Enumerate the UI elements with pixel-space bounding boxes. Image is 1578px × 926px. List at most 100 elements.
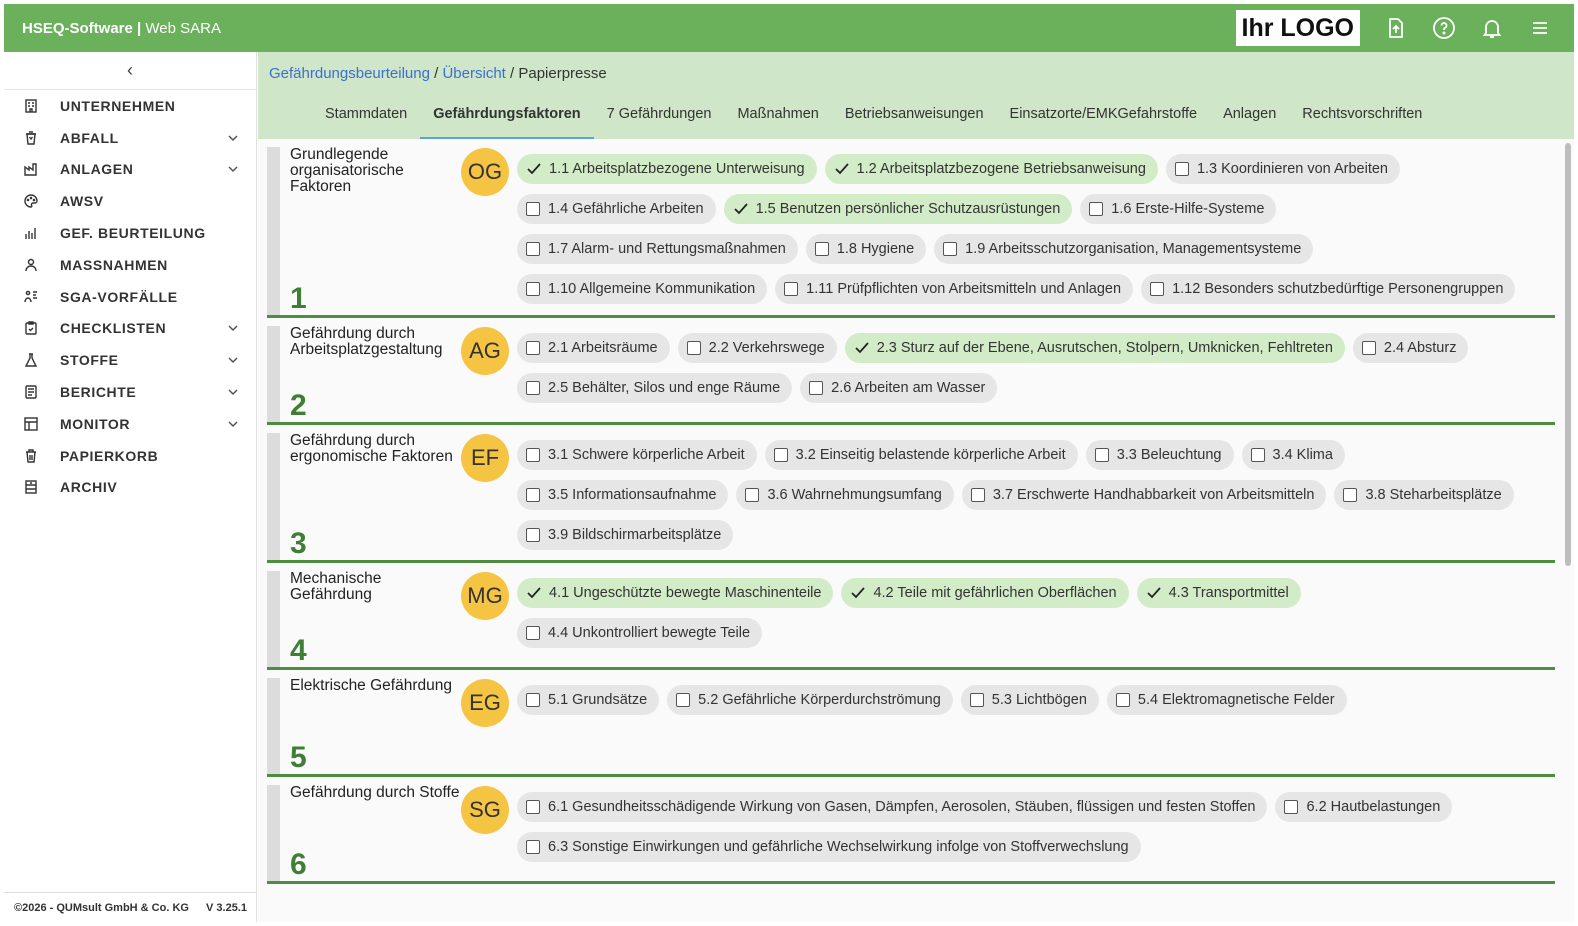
chevron-down-icon[interactable] <box>226 162 240 176</box>
sidebar-item-berichte[interactable]: BERICHTE <box>4 376 256 408</box>
sidebar-item-unternehmen[interactable]: UNTERNEHMEN <box>4 90 256 122</box>
factor-chip[interactable]: 4.3 Transportmittel <box>1136 578 1301 608</box>
sidebar-item-awsv[interactable]: AWSV <box>4 185 256 217</box>
factor-chip[interactable]: 3.1 Schwere körperliche Arbeit <box>517 440 757 470</box>
factor-chip[interactable]: 3.2 Einseitig belastende körperliche Arb… <box>764 440 1078 470</box>
checkbox[interactable] <box>526 840 540 854</box>
factor-chip[interactable]: 5.1 Grundsätze <box>517 685 660 715</box>
upload-file-icon[interactable] <box>1372 4 1420 52</box>
checkbox[interactable] <box>526 341 540 355</box>
checkbox[interactable] <box>784 282 799 296</box>
checkbox[interactable] <box>943 242 958 256</box>
factor-chip[interactable]: 3.5 Informationsaufnahme <box>517 480 729 510</box>
factor-chip[interactable]: 5.2 Gefährliche Körperdurchströmung <box>667 685 953 715</box>
checkbox[interactable] <box>686 341 701 355</box>
factor-chip[interactable]: 4.4 Unkontrolliert bewegte Teile <box>517 618 763 648</box>
help-icon[interactable] <box>1420 4 1468 52</box>
checkbox[interactable] <box>1284 800 1299 814</box>
chevron-down-icon[interactable] <box>226 417 240 431</box>
factor-chip[interactable]: 2.5 Behälter, Silos und enge Räume <box>517 373 793 403</box>
checkbox[interactable] <box>1343 488 1358 502</box>
factor-chip[interactable]: 3.8 Steharbeitsplätze <box>1334 480 1514 510</box>
checkbox[interactable] <box>526 488 540 502</box>
factor-chip[interactable]: 2.2 Verkehrswege <box>677 333 837 363</box>
factor-chip[interactable]: 3.7 Erschwerte Handhabbarkeit von Arbeit… <box>961 480 1327 510</box>
factor-chip[interactable]: 5.4 Elektromagnetische Felder <box>1106 685 1347 715</box>
sidebar-item-stoffe[interactable]: STOFFE <box>4 344 256 376</box>
sidebar-item-massnahmen[interactable]: MASSNAHMEN <box>4 249 256 281</box>
checkbox[interactable] <box>526 626 540 640</box>
chevron-down-icon[interactable] <box>226 385 240 399</box>
factor-chip[interactable]: 1.10 Allgemeine Kommunikation <box>517 274 768 304</box>
checkbox[interactable] <box>969 693 984 707</box>
factor-chip[interactable]: 1.4 Gefährliche Arbeiten <box>517 194 716 224</box>
breadcrumb-link-gefaehrdungsbeurteilung[interactable]: Gefährdungsbeurteilung <box>269 65 430 82</box>
checkbox[interactable] <box>526 800 540 814</box>
factor-chip[interactable]: 4.2 Teile mit gefährlichen Oberflächen <box>841 578 1129 608</box>
checkbox[interactable] <box>526 448 540 462</box>
checkbox[interactable] <box>1174 162 1189 176</box>
breadcrumb-link-uebersicht[interactable]: Übersicht <box>442 65 505 82</box>
chevron-down-icon[interactable] <box>226 131 240 145</box>
scrollbar[interactable] <box>1565 143 1571 566</box>
factor-chip[interactable]: 5.3 Lichtbögen <box>960 685 1099 715</box>
sidebar-item-monitor[interactable]: MONITOR <box>4 408 256 440</box>
factor-chip[interactable]: 2.1 Arbeitsräume <box>517 333 670 363</box>
sidebar-item-gef-beurteilung[interactable]: GEF. BEURTEILUNG <box>4 217 256 249</box>
checkbox[interactable] <box>526 693 540 707</box>
tab-betriebsanweisungen[interactable]: Betriebsanweisungen <box>832 98 997 139</box>
factor-chip[interactable]: 1.3 Koordinieren von Arbeiten <box>1165 154 1400 184</box>
tab-einsatzorte-emkgefahrstoffe[interactable]: Einsatzorte/EMKGefahrstoffe <box>997 98 1211 139</box>
factor-chip[interactable]: 1.1 Arbeitsplatzbezogene Unterweisung <box>517 154 817 184</box>
checkbox[interactable] <box>745 488 760 502</box>
tab-anlagen[interactable]: Anlagen <box>1210 98 1289 139</box>
factor-chip[interactable]: 1.8 Hygiene <box>805 234 927 264</box>
factor-chip[interactable]: 2.3 Sturz auf der Ebene, Ausrutschen, St… <box>844 333 1345 363</box>
tab-rechtsvorschriften[interactable]: Rechtsvorschriften <box>1289 98 1435 139</box>
sidebar-item-abfall[interactable]: ABFALL <box>4 122 256 154</box>
checkbox[interactable] <box>526 282 540 296</box>
chevron-down-icon[interactable] <box>226 321 240 335</box>
factor-chip[interactable]: 3.3 Beleuchtung <box>1085 440 1234 470</box>
checkbox[interactable] <box>809 381 824 395</box>
checkbox[interactable] <box>773 448 788 462</box>
checkbox[interactable] <box>970 488 985 502</box>
factor-chip[interactable]: 4.1 Ungeschützte bewegte Maschinenteile <box>517 578 834 608</box>
collapse-sidebar-button[interactable]: ‹ <box>4 52 256 90</box>
factor-chip[interactable]: 2.4 Absturz <box>1352 333 1469 363</box>
checkbox[interactable] <box>1089 202 1104 216</box>
checkbox[interactable] <box>814 242 829 256</box>
factor-chip[interactable]: 2.6 Arbeiten am Wasser <box>800 373 998 403</box>
factor-chip[interactable]: 1.9 Arbeitsschutzorganisation, Managemen… <box>934 234 1314 264</box>
checkbox[interactable] <box>1361 341 1376 355</box>
factor-chip[interactable]: 6.1 Gesundheitsschädigende Wirkung von G… <box>517 792 1268 822</box>
sidebar-item-checklisten[interactable]: CHECKLISTEN <box>4 313 256 345</box>
checkbox[interactable] <box>1094 448 1109 462</box>
checkbox[interactable] <box>1250 448 1265 462</box>
checkbox[interactable] <box>1150 282 1165 296</box>
tab-7-gefährdungen[interactable]: 7 Gefährdungen <box>594 98 725 139</box>
checkbox[interactable] <box>526 242 540 256</box>
chevron-down-icon[interactable] <box>226 353 240 367</box>
factor-chip[interactable]: 1.12 Besonders schutzbedürftige Personen… <box>1141 274 1516 304</box>
sidebar-item-anlagen[interactable]: ANLAGEN <box>4 154 256 186</box>
checkbox[interactable] <box>676 693 691 707</box>
factor-chip[interactable]: 3.4 Klima <box>1241 440 1345 470</box>
checkbox[interactable] <box>526 528 540 542</box>
notification-bell-icon[interactable] <box>1468 4 1516 52</box>
checkbox[interactable] <box>1115 693 1130 707</box>
factor-chip[interactable]: 1.11 Prüfpflichten von Arbeitsmitteln un… <box>775 274 1134 304</box>
factor-chip[interactable]: 1.6 Erste-Hilfe-Systeme <box>1080 194 1277 224</box>
factor-chip[interactable]: 1.7 Alarm- und Rettungsmaßnahmen <box>517 234 798 264</box>
tab-maßnahmen[interactable]: Maßnahmen <box>724 98 831 139</box>
factor-chip[interactable]: 1.5 Benutzen persönlicher Schutzausrüstu… <box>723 194 1073 224</box>
factor-chip[interactable]: 3.9 Bildschirmarbeitsplätze <box>517 520 734 550</box>
sidebar-item-sga-vorfälle[interactable]: SGA-VORFÄLLE <box>4 281 256 313</box>
factor-chip[interactable]: 6.2 Hautbelastungen <box>1275 792 1453 822</box>
factor-chip[interactable]: 6.3 Sonstige Einwirkungen und gefährlich… <box>517 832 1141 862</box>
factor-chip[interactable]: 3.6 Wahrnehmungsumfang <box>736 480 954 510</box>
tab-stammdaten[interactable]: Stammdaten <box>312 98 420 139</box>
checkbox[interactable] <box>526 202 540 216</box>
sidebar-item-papierkorb[interactable]: PAPIERKORB <box>4 440 256 472</box>
checkbox[interactable] <box>526 381 540 395</box>
